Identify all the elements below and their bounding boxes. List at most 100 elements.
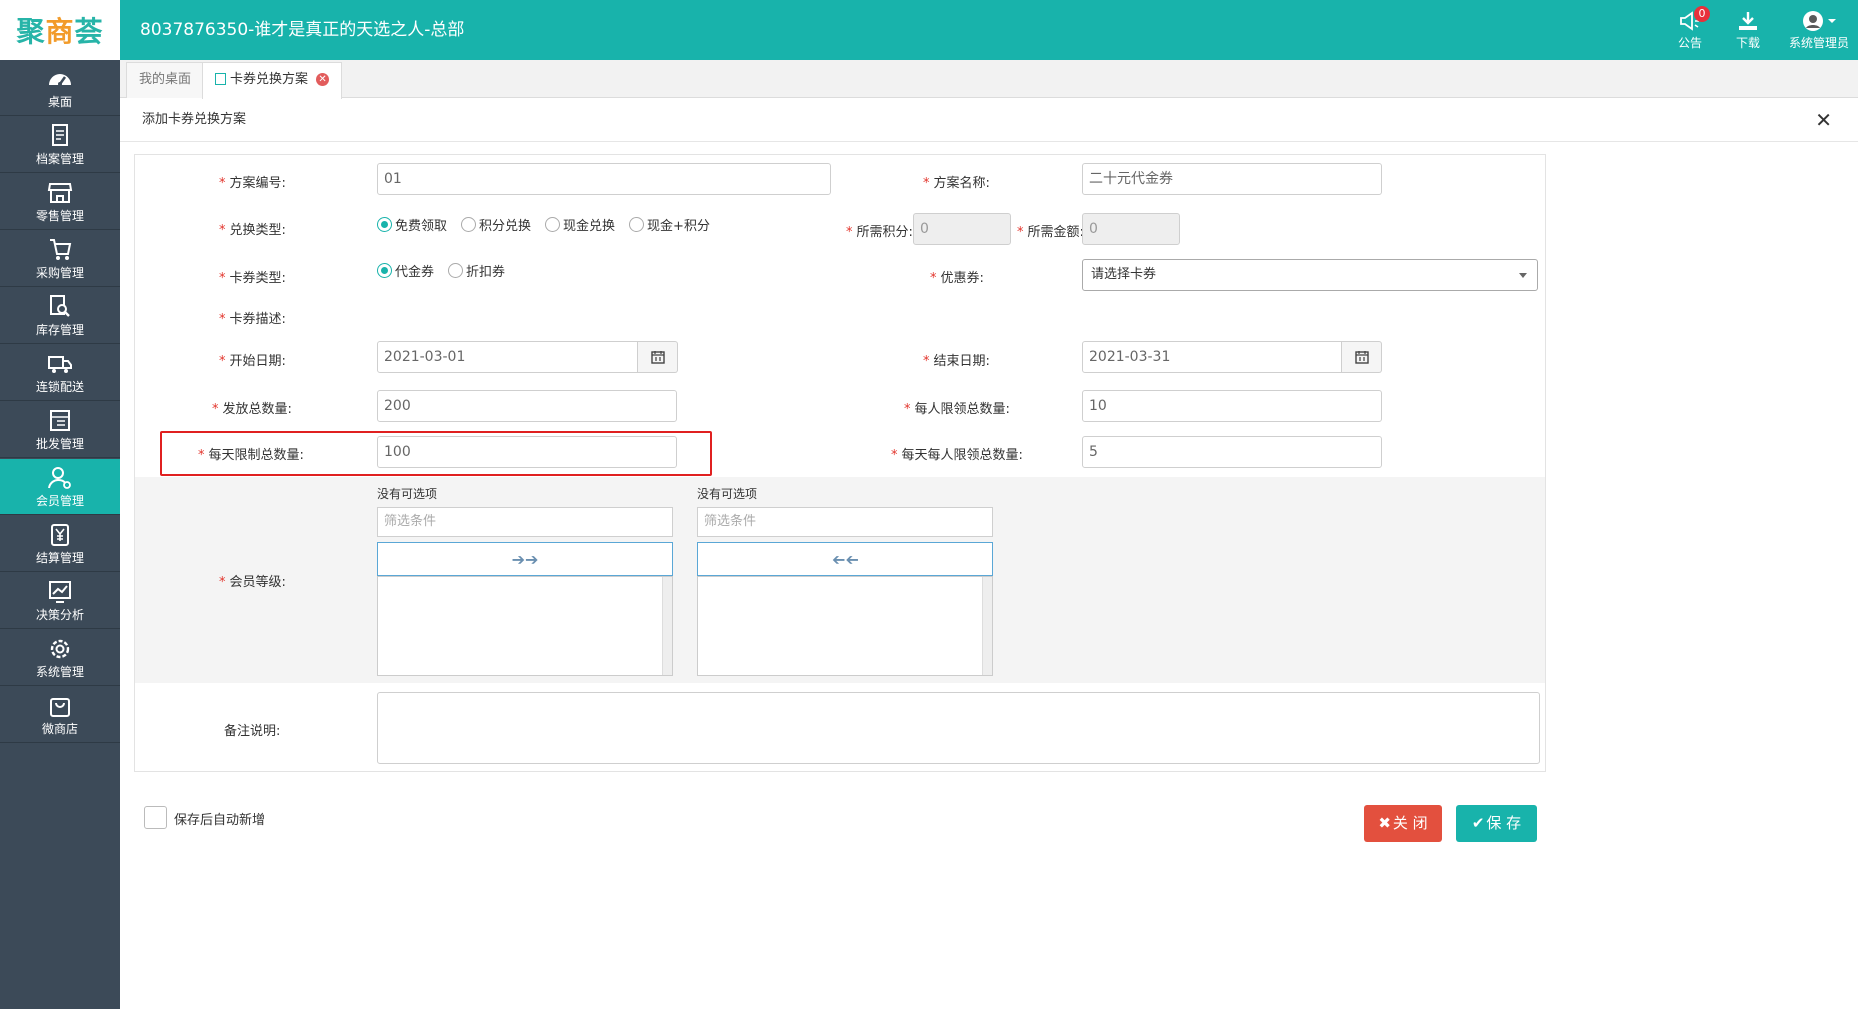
panel-title: 添加卡券兑换方案 (142, 112, 247, 127)
sidebar-item-settlement[interactable]: 结算管理 (0, 516, 120, 572)
tab-my-desktop[interactable]: 我的桌面 (126, 62, 205, 98)
daily-per-person-limit-input[interactable]: 5 (1082, 436, 1382, 468)
notice-label: 公告 (1677, 36, 1702, 50)
move-all-left-button[interactable]: ➔➔ (697, 542, 993, 576)
scheme-name-input[interactable]: 二十元代金券 (1082, 163, 1382, 195)
panel-header: 添加卡券兑换方案 ✕ (120, 98, 1858, 142)
left-options-list[interactable] (377, 576, 673, 676)
label-text: 每天限制总数量: (208, 448, 304, 463)
sidebar-item-distribution[interactable]: 连锁配送 (0, 345, 120, 401)
exchange-type-radio-group: 免费领取 积分兑换 现金兑换 现金+积分 (377, 215, 724, 234)
radio-voucher[interactable]: 代金券 (377, 261, 434, 280)
download-label: 下载 (1735, 36, 1760, 50)
points-needed-input[interactable]: 0 (913, 213, 1011, 245)
yen-icon (51, 524, 69, 546)
label-text: 兑换类型: (229, 223, 286, 238)
label-text: 发放总数量: (222, 402, 292, 417)
label-text: 所需金额: (1027, 225, 1084, 240)
sidebar-item-wholesale[interactable]: 批发管理 (0, 402, 120, 458)
radio-cash[interactable]: 现金兑换 (545, 215, 615, 234)
label-text: 会员等级: (229, 575, 286, 590)
download-icon (1739, 12, 1757, 30)
move-all-right-button[interactable]: ➔➔ (377, 542, 673, 576)
radio-label: 积分兑换 (479, 219, 532, 234)
close-icon[interactable]: ✕ (1815, 110, 1832, 130)
avatar-icon (1803, 11, 1836, 31)
points-needed-label: * 所需积分: (846, 221, 913, 240)
auto-add-checkbox[interactable] (144, 806, 167, 829)
logo-part1: 聚 (16, 15, 46, 48)
left-list-title: 没有可选项 (377, 487, 438, 501)
radio-discount[interactable]: 折扣券 (448, 261, 505, 280)
sidebar-item-member[interactable]: 会员管理 (0, 459, 120, 515)
notice-button[interactable]: 0 公告 (1660, 6, 1720, 54)
sidebar-item-archives[interactable]: 档案管理 (0, 117, 120, 173)
scrollbar[interactable] (982, 577, 992, 675)
sidebar-item-inventory[interactable]: 库存管理 (0, 288, 120, 344)
close-button[interactable]: ✖ 关 闭 (1364, 805, 1442, 842)
coupon-select[interactable]: 请选择卡券 (1082, 259, 1538, 291)
sidebar-item-microshop[interactable]: 微商店 (0, 687, 120, 743)
sidebar-item-label: 决策分析 (35, 608, 84, 622)
radio-free[interactable]: 免费领取 (377, 215, 447, 234)
scheme-no-input[interactable]: 01 (377, 163, 831, 195)
radio-dot (377, 263, 392, 278)
sidebar-item-desktop[interactable]: 桌面 (0, 60, 120, 116)
card-desc-label: * 卡券描述: (219, 308, 286, 327)
label-text: 每人限领总数量: (914, 402, 1010, 417)
download-button[interactable]: 下载 (1718, 6, 1778, 54)
start-date-calendar-button[interactable] (638, 341, 678, 373)
sidebar-item-purchase[interactable]: 采购管理 (0, 231, 120, 287)
amount-needed-input[interactable]: 0 (1082, 213, 1180, 245)
end-date-input[interactable]: 2021-03-31 (1082, 341, 1342, 373)
sidebar-item-analysis[interactable]: 决策分析 (0, 573, 120, 629)
sidebar-item-label: 桌面 (47, 95, 72, 109)
total-issue-input[interactable]: 200 (377, 390, 677, 422)
remark-textarea[interactable] (377, 692, 1540, 764)
required-mark: * (219, 312, 226, 327)
right-filter-input[interactable]: 筛选条件 (697, 507, 993, 537)
radio-dot (461, 217, 477, 232)
sidebar-item-label: 连锁配送 (35, 380, 84, 394)
radio-label: 现金+积分 (647, 219, 710, 234)
user-menu[interactable]: 系统管理员 (1784, 6, 1854, 54)
daily-limit-input[interactable]: 100 (377, 436, 677, 468)
scheme-no-label: * 方案编号: (219, 172, 286, 191)
radio-points[interactable]: 积分兑换 (461, 215, 531, 234)
notice-badge: 0 (1694, 6, 1710, 22)
exchange-type-label: * 兑换类型: (219, 219, 286, 238)
chart-icon (49, 581, 71, 603)
required-mark: * (219, 223, 226, 238)
per-person-limit-input[interactable]: 10 (1082, 390, 1382, 422)
scrollbar[interactable] (662, 577, 672, 675)
chevron-down-icon (1519, 273, 1527, 278)
required-mark: * (904, 402, 911, 417)
required-mark: * (930, 271, 937, 286)
start-date-input[interactable]: 2021-03-01 (377, 341, 638, 373)
required-mark: * (198, 448, 205, 463)
radio-cash-points[interactable]: 现金+积分 (629, 215, 710, 234)
save-button[interactable]: ✔ 保 存 (1456, 805, 1537, 842)
cart-icon (50, 239, 72, 260)
sidebar-item-label: 采购管理 (35, 266, 84, 280)
radio-label: 免费领取 (395, 219, 448, 234)
label-text: 优惠券: (940, 271, 984, 286)
radio-dot (629, 217, 645, 232)
tab-coupon-exchange[interactable]: 卡券兑换方案 ✕ (202, 62, 343, 99)
tab-close-icon[interactable]: ✕ (316, 73, 330, 86)
inventory-search-icon (50, 295, 70, 317)
member-icon (48, 467, 71, 489)
calendar-icon (1354, 351, 1369, 364)
required-mark: * (219, 176, 226, 191)
tab-label: 我的桌面 (139, 72, 192, 87)
end-date-calendar-button[interactable] (1342, 341, 1382, 373)
sidebar-item-retail[interactable]: 零售管理 (0, 174, 120, 230)
sidebar-item-system[interactable]: 系统管理 (0, 630, 120, 686)
sidebar-item-label: 库存管理 (35, 323, 84, 337)
left-filter-input[interactable]: 筛选条件 (377, 507, 673, 537)
label-text: 方案编号: (229, 176, 286, 191)
right-options-list[interactable] (697, 576, 993, 676)
auto-add-label: 保存后自动新增 (174, 813, 266, 828)
sidebar-item-label: 微商店 (41, 722, 78, 736)
company-title: 8037876350-谁才是真正的天选之人-总部 (140, 20, 465, 40)
